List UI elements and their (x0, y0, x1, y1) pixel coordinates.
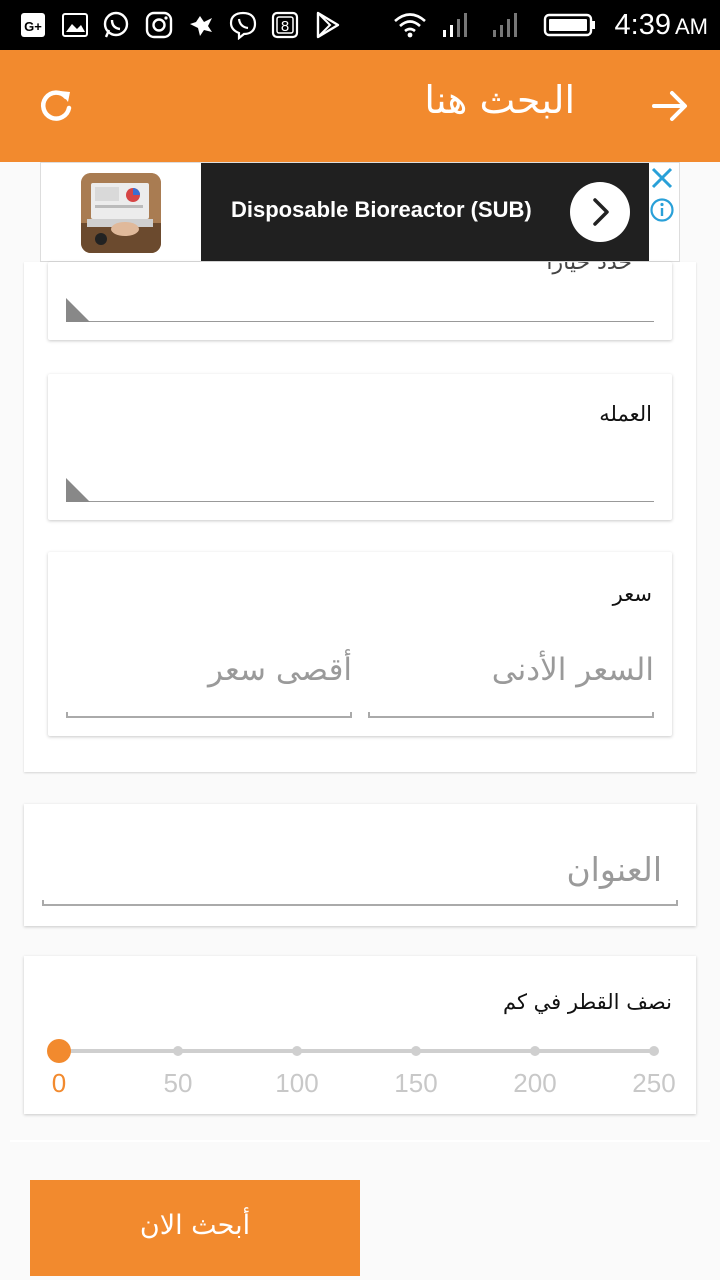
price-label: سعر (612, 582, 652, 606)
slider-tick-label: 250 (632, 1068, 676, 1098)
ad-thumbnail[interactable] (81, 173, 161, 253)
battery-icon (543, 13, 595, 37)
search-now-button[interactable]: أبحث الان (30, 1180, 360, 1276)
slider-tick-label: 150 (394, 1068, 438, 1098)
ad-banner[interactable]: Disposable Bioreactor (SUB) (40, 162, 680, 262)
svg-text:8: 8 (281, 18, 289, 35)
ad-headline[interactable]: Disposable Bioreactor (SUB) (231, 197, 532, 223)
slider-tick-label: 0 (51, 1068, 67, 1098)
status-bar: G+ 8 4:39 AM (0, 0, 720, 50)
slider-tick-label: 100 (275, 1068, 319, 1098)
option-spinner-card[interactable]: حدد خيارا (48, 262, 672, 340)
slider-step-dot[interactable] (173, 1046, 183, 1056)
clock-time: 4:39 (614, 9, 671, 41)
dropdown-triangle-icon[interactable] (66, 298, 90, 322)
google-plus-icon: G+ (21, 13, 45, 37)
price-card: سعر السعر الأدنى أقصى سعر (48, 552, 672, 736)
slider-step-dot[interactable] (411, 1046, 421, 1056)
option-spinner-underline (66, 321, 654, 322)
clock-ampm: AM (675, 14, 708, 39)
currency-label: العمله (599, 402, 652, 426)
viber-icon (229, 11, 257, 40)
radius-slider-track[interactable] (59, 1049, 655, 1053)
address-input[interactable]: العنوان (566, 850, 662, 889)
filters-card: حدد خيارا العمله سعر السعر الأدنى أقصى س… (24, 262, 696, 772)
currency-card[interactable]: العمله (48, 374, 672, 520)
slider-step-dot[interactable] (649, 1046, 659, 1056)
slider-step-dot[interactable] (292, 1046, 302, 1056)
ad-go-button[interactable] (570, 182, 630, 242)
price-min-input[interactable]: السعر الأدنى (368, 652, 654, 688)
badge-8-icon: 8 (271, 11, 299, 39)
laptop-photo-icon (81, 173, 161, 253)
ad-content[interactable]: Disposable Bioreactor (SUB) (201, 163, 649, 261)
chevron-right-icon (593, 198, 609, 226)
info-icon[interactable] (649, 197, 675, 223)
bug-icon (190, 16, 212, 36)
close-icon[interactable] (649, 165, 675, 191)
instagram-icon (145, 11, 173, 39)
radius-slider-thumb[interactable] (47, 1039, 71, 1063)
svg-text:G+: G+ (24, 19, 42, 34)
slider-step-dot[interactable] (530, 1046, 540, 1056)
section-divider (10, 1140, 710, 1142)
whatsapp-icon (103, 11, 129, 38)
price-max-underline (66, 712, 352, 718)
radius-label: نصف القطر في كم (502, 990, 672, 1014)
gallery-icon (62, 13, 88, 37)
address-card: العنوان (24, 804, 696, 926)
wifi-icon (394, 13, 426, 38)
address-underline (42, 900, 678, 906)
currency-spinner-underline (66, 501, 654, 502)
signal-icon (443, 13, 467, 37)
radius-card: نصف القطر في كم 0 50 100 150 200 250 (24, 956, 696, 1114)
app-bar: البحث هنا (0, 50, 720, 162)
clock: 4:39 AM (615, 9, 708, 42)
page-title: البحث هنا (424, 78, 575, 122)
slider-tick-label: 50 (163, 1068, 193, 1098)
play-store-icon (316, 11, 340, 39)
signal-icon (493, 13, 517, 37)
slider-tick-label: 200 (513, 1068, 557, 1098)
refresh-icon[interactable] (36, 86, 76, 126)
search-now-label: أبحث الان (139, 1210, 251, 1241)
arrow-right-icon[interactable] (650, 86, 690, 126)
dropdown-triangle-icon[interactable] (66, 478, 90, 502)
price-max-input[interactable]: أقصى سعر (66, 652, 352, 688)
price-min-underline (368, 712, 654, 718)
option-spinner-label: حدد خيارا (546, 262, 632, 275)
